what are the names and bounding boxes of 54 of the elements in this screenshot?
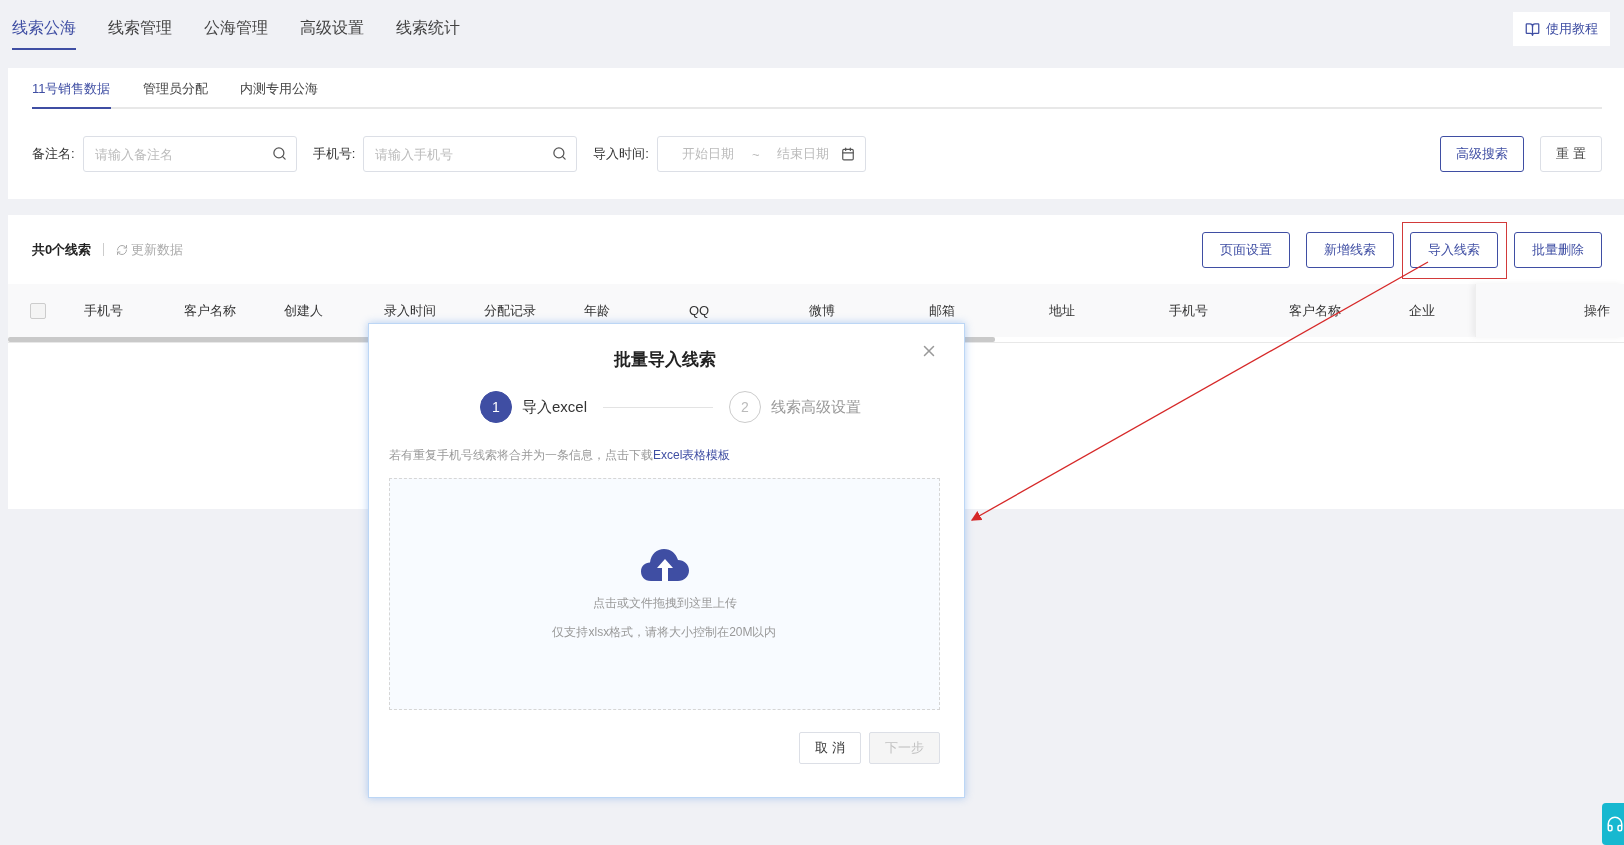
column-header: 录入时间	[384, 302, 436, 318]
column-header: QQ	[689, 303, 710, 318]
dialog-title: 批量导入线索	[613, 349, 716, 371]
upload-note: 仅支持xlsx格式，请将大小控制在20M以内	[552, 624, 777, 641]
headset-icon	[1606, 814, 1624, 834]
hint-text: 若有重复手机号线索将合并为一条信息，点击下载Excel表格模板	[389, 447, 732, 464]
action-button[interactable]: 新增线索	[1306, 231, 1394, 268]
column-header: 企业	[1409, 302, 1435, 318]
book-icon	[1525, 21, 1540, 37]
search-icon	[552, 146, 568, 161]
column-header: 操作	[1584, 301, 1610, 320]
sub-tab[interactable]: 11号销售数据	[32, 80, 111, 109]
sub-tab[interactable]: 管理员分配	[142, 80, 208, 109]
column-header: 手机号	[1169, 302, 1208, 318]
filter-label: 备注名:	[32, 145, 75, 163]
cancel-button[interactable]: 取 消	[799, 732, 861, 764]
step-label: 导入excel	[522, 397, 587, 417]
sub-tab[interactable]: 内测专用公海	[239, 80, 318, 109]
template-link[interactable]: Excel表格模板	[653, 448, 731, 462]
step-label: 线索高级设置	[771, 397, 861, 417]
step-number: 1	[480, 391, 512, 423]
column-header: 手机号	[84, 302, 123, 318]
tutorial-button[interactable]: 使用教程	[1513, 12, 1610, 46]
refresh-icon	[116, 243, 129, 256]
search-field[interactable]: 请输入手机号	[363, 136, 578, 172]
column-header: 年龄	[584, 302, 610, 318]
upload-instruction: 点击或文件拖拽到这里上传	[592, 595, 737, 612]
column-header: 邮箱	[929, 302, 955, 318]
nav-tab[interactable]: 线索统计	[396, 18, 460, 50]
filter-label: 导入时间:	[593, 145, 649, 163]
column-header: 创建人	[284, 302, 323, 318]
cloud-upload-icon	[640, 547, 689, 581]
step-number: 2	[729, 391, 761, 423]
action-button[interactable]: 页面设置	[1202, 231, 1290, 268]
nav-tab[interactable]: 线索管理	[108, 18, 172, 50]
action-button[interactable]: 导入线索	[1410, 231, 1498, 268]
nav-tab[interactable]: 公海管理	[204, 18, 268, 50]
column-header: 客户名称	[1289, 302, 1341, 318]
filter-label: 手机号:	[312, 145, 356, 163]
column-header: 客户名称	[184, 302, 236, 318]
search-field[interactable]: 请输入备注名	[82, 136, 297, 172]
nav-tab[interactable]: 线索公海	[12, 18, 76, 50]
column-header: 微博	[809, 302, 835, 318]
column-header: 地址	[1049, 302, 1075, 318]
advanced-search-button[interactable]: 高级搜索	[1440, 136, 1525, 172]
support-button[interactable]	[1602, 803, 1624, 845]
nav-tab[interactable]: 高级设置	[300, 18, 364, 50]
record-count: 共0个线索	[32, 240, 92, 259]
action-button[interactable]: 批量删除	[1514, 231, 1602, 268]
calendar-icon	[841, 147, 856, 161]
column-header: 分配记录	[484, 302, 536, 318]
reset-button[interactable]: 重 置	[1540, 136, 1602, 172]
search-icon	[271, 146, 287, 161]
select-all-checkbox[interactable]	[30, 302, 46, 319]
